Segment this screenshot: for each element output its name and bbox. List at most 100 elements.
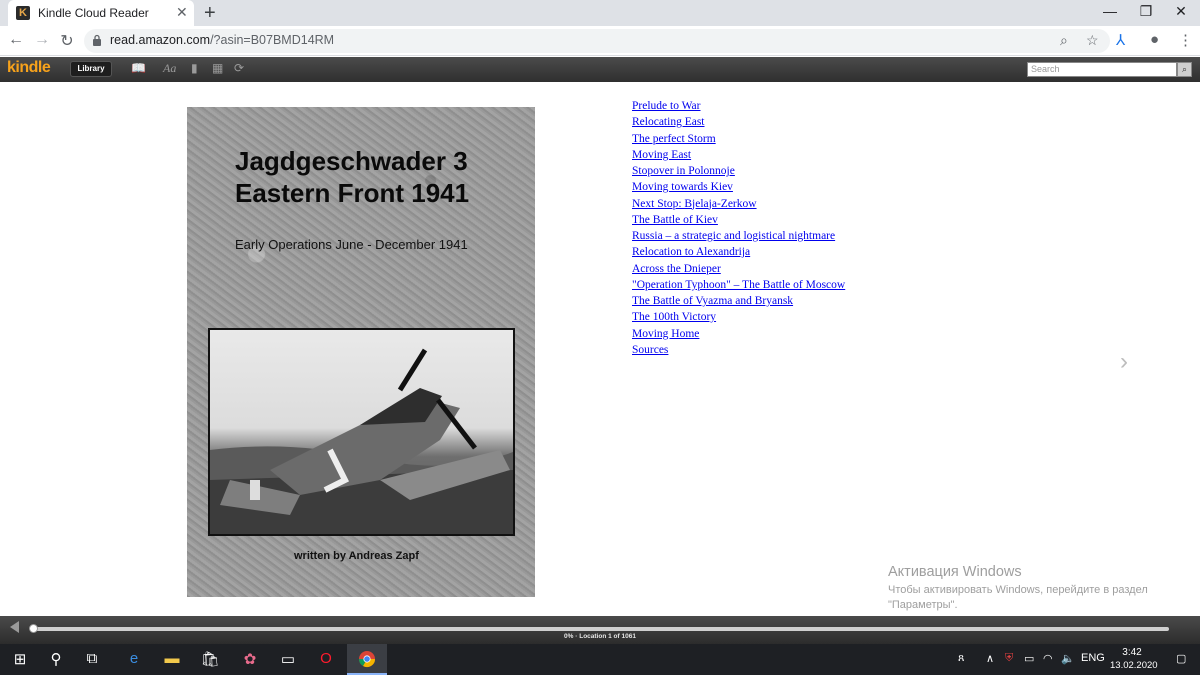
reload-icon[interactable]: ↻	[57, 31, 77, 51]
toc-link[interactable]: Relocation to Alexandrija	[632, 246, 750, 258]
book-cover: Jagdgeschwader 3 Eastern Front 1941 Earl…	[187, 107, 535, 597]
toc-link[interactable]: Next Stop: Bjelaja-Zerkow	[632, 198, 757, 210]
app-window-icon[interactable]: ▭	[276, 650, 300, 668]
toc-item: Relocating East	[632, 112, 845, 128]
notifications-icon[interactable]: ▢	[1176, 652, 1186, 665]
volume-muted-icon[interactable]: 🔈	[1061, 652, 1075, 665]
toc-link[interactable]: Prelude to War	[632, 100, 700, 112]
toc-link[interactable]: Russia – a strategic and logistical nigh…	[632, 230, 835, 242]
tray-chevron-up-icon[interactable]: ∧	[986, 652, 994, 665]
profile-avatar-icon[interactable]: ●	[1150, 31, 1159, 48]
toc-item: Moving Home	[632, 324, 845, 340]
library-button[interactable]: Library	[70, 61, 112, 77]
browser-toolbar: ← → ↻ read.amazon.com/?asin=B07BMD14RM ⌕…	[0, 26, 1200, 56]
edge-browser-icon[interactable]: e	[122, 650, 146, 667]
font-settings-icon[interactable]: Aa	[163, 61, 176, 76]
url-text: read.amazon.com/?asin=B07BMD14RM	[110, 33, 334, 47]
watermark-line2: "Параметры".	[888, 599, 958, 611]
cover-subtitle: Early Operations June - December 1941	[235, 237, 468, 252]
toc-item: Moving towards Kiev	[632, 177, 845, 193]
cover-title-line2: Eastern Front 1941	[235, 178, 470, 208]
browser-tab-strip: K Kindle Cloud Reader ✕ + — ❐ ✕	[0, 0, 1200, 26]
toc-item: "Operation Typhoon" – The Battle of Mosc…	[632, 275, 845, 291]
browser-tab[interactable]: K Kindle Cloud Reader ✕	[8, 0, 194, 26]
watermark-line1: Чтобы активировать Windows, перейдите в …	[888, 584, 1148, 596]
clock-time[interactable]: 3:42	[1110, 647, 1154, 658]
toc-item: Russia – a strategic and logistical nigh…	[632, 226, 845, 242]
toc-item: Prelude to War	[632, 96, 845, 112]
chrome-browser-icon	[358, 651, 376, 668]
progress-slider-handle[interactable]	[29, 624, 38, 633]
toc-item: The Battle of Kiev	[632, 210, 845, 226]
search-icon[interactable]: ⌕	[1177, 62, 1192, 77]
toc-link[interactable]: Across the Dnieper	[632, 263, 721, 275]
kindle-favicon-icon: K	[16, 6, 30, 20]
extension-icon[interactable]: ⅄	[1116, 31, 1125, 49]
table-of-contents: Prelude to War Relocating East The perfe…	[632, 96, 845, 356]
watermark-text: Чтобы активировать Windows, перейдите в …	[888, 583, 1148, 613]
toc-link[interactable]: The perfect Storm	[632, 133, 716, 145]
people-icon[interactable]: ጸ	[958, 652, 964, 665]
toc-item: Stopover in Polonnoje	[632, 161, 845, 177]
location-label: 0% · Location 1 of 1061	[564, 633, 636, 640]
clock-date[interactable]: 13.02.2020	[1110, 660, 1158, 671]
search-icon[interactable]: ⚲	[44, 650, 68, 668]
cover-title-line1: Jagdgeschwader 3	[235, 146, 468, 176]
toc-item: Next Stop: Bjelaja-Zerkow	[632, 194, 845, 210]
kindle-logo[interactable]: kindle	[7, 59, 51, 77]
toc-item: The Battle of Vyazma and Bryansk	[632, 291, 845, 307]
windows-activation-watermark: Активация Windows Чтобы активировать Win…	[888, 564, 1148, 613]
windows-taskbar: ⊞ ⚲ ⧉ e ▬ 🛍 ✿ ▭ O ጸ ∧ ⛨ ▭ ◠ 🔈 ENG 3:42 1…	[0, 644, 1200, 675]
toc-link[interactable]: Sources	[632, 344, 668, 356]
photos-app-icon[interactable]: ✿	[238, 650, 262, 668]
maximize-icon[interactable]: ❐	[1131, 3, 1161, 20]
sync-icon[interactable]: ⟳	[234, 61, 244, 75]
progress-track[interactable]	[32, 627, 1169, 631]
store-icon[interactable]: 🛍	[198, 650, 222, 668]
next-page-chevron-icon[interactable]: ›	[1120, 348, 1128, 376]
toc-item: Across the Dnieper	[632, 259, 845, 275]
watermark-title: Активация Windows	[888, 564, 1022, 580]
toc-link[interactable]: The Battle of Vyazma and Bryansk	[632, 295, 793, 307]
tab-close-icon[interactable]: ✕	[176, 4, 188, 21]
cover-photo-aircraft	[208, 328, 515, 536]
bookmark-icon[interactable]: ▮	[191, 61, 198, 75]
previous-page-arrow-icon[interactable]	[10, 621, 19, 633]
toc-link[interactable]: "Operation Typhoon" – The Battle of Mosc…	[632, 279, 845, 291]
toc-link[interactable]: The 100th Victory	[632, 311, 716, 323]
new-tab-button[interactable]: +	[204, 2, 216, 25]
address-bar[interactable]: read.amazon.com/?asin=B07BMD14RM ⌕ ☆	[84, 29, 1110, 53]
toc-item: Moving East	[632, 145, 845, 161]
wifi-icon[interactable]: ◠	[1043, 652, 1053, 665]
window-close-icon[interactable]: ✕	[1166, 3, 1196, 20]
zoom-icon[interactable]: ⌕	[1060, 32, 1068, 49]
book-search-input[interactable]: Search	[1027, 62, 1177, 77]
url-path: /?asin=B07BMD14RM	[210, 33, 335, 47]
toc-link[interactable]: The Battle of Kiev	[632, 214, 718, 226]
task-view-icon[interactable]: ⧉	[80, 650, 104, 667]
book-view-icon[interactable]: 📖	[131, 61, 146, 75]
language-indicator[interactable]: ENG	[1081, 652, 1105, 664]
minimize-icon[interactable]: —	[1095, 3, 1125, 19]
toc-link[interactable]: Relocating East	[632, 116, 705, 128]
windows-start-icon[interactable]: ⊞	[8, 650, 32, 668]
bookmark-star-icon[interactable]: ☆	[1086, 32, 1099, 49]
chrome-menu-icon[interactable]: ⋮	[1178, 31, 1193, 49]
toc-link[interactable]: Moving East	[632, 149, 691, 161]
toc-link[interactable]: Stopover in Polonnoje	[632, 165, 735, 177]
toc-link[interactable]: Moving Home	[632, 328, 699, 340]
url-host: read.amazon.com	[110, 33, 211, 47]
file-explorer-icon[interactable]: ▬	[160, 650, 184, 667]
cover-author: written by Andreas Zapf	[294, 550, 419, 562]
back-arrow-icon[interactable]: ←	[6, 31, 26, 49]
antivirus-icon[interactable]: ⛨	[1005, 652, 1013, 665]
forward-arrow-icon[interactable]: →	[32, 31, 52, 49]
chrome-taskbar-item[interactable]	[347, 644, 387, 675]
tab-title: Kindle Cloud Reader	[38, 6, 149, 20]
opera-browser-icon[interactable]: O	[314, 650, 338, 667]
reading-progress-bar: 0% · Location 1 of 1061	[0, 616, 1200, 644]
toc-link[interactable]: Moving towards Kiev	[632, 181, 733, 193]
notes-icon[interactable]: ▦	[212, 61, 223, 75]
reader-page: Jagdgeschwader 3 Eastern Front 1941 Earl…	[0, 82, 1200, 616]
battery-icon[interactable]: ▭	[1024, 652, 1034, 665]
